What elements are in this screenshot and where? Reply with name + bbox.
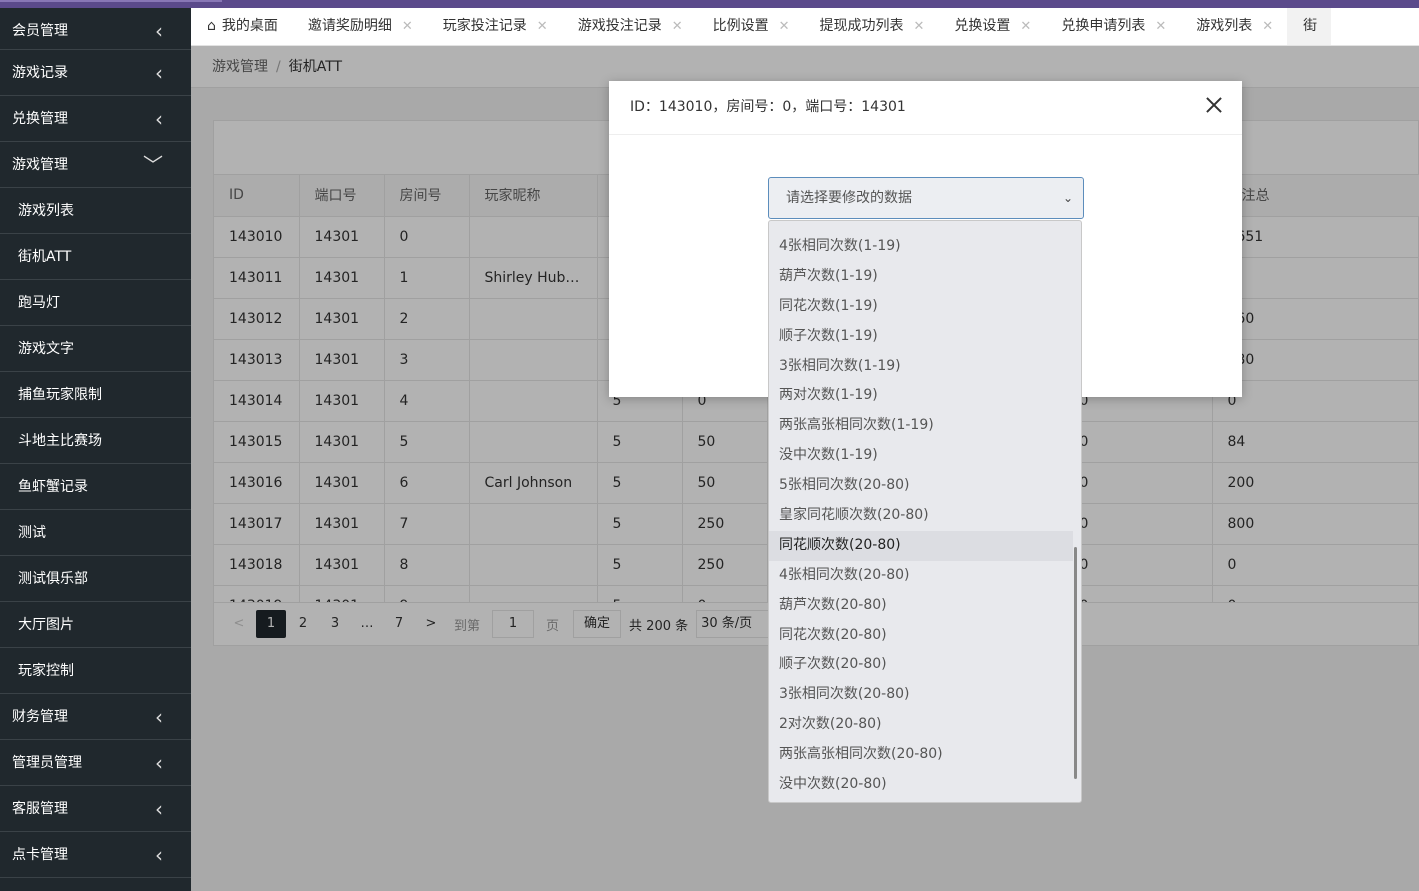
tab-label: 兑换申请列表 [1061, 18, 1146, 34]
sidebar-subitem-7[interactable]: 测试 [0, 510, 191, 556]
sidebar-menu-label: 管理员管理 [12, 755, 82, 771]
sidebar-menu-3[interactable]: 游戏管理 ﹀ [0, 142, 191, 188]
top-accent-notch [0, 0, 222, 2]
tab-label: 游戏投注记录 [577, 18, 662, 34]
chevron-down-icon: ﹀ [143, 153, 163, 177]
dropdown-option[interactable]: 5张相同次数(20-80) [769, 471, 1073, 501]
sidebar-menu-2[interactable]: 兑换管理 ‹ [0, 96, 191, 142]
tab-8[interactable]: 游戏列表 ✕ [1180, 8, 1287, 45]
close-icon[interactable]: ✕ [537, 9, 548, 45]
dropdown-option[interactable]: 两张高张相同次数(1-19) [769, 411, 1073, 441]
tab-label: 比例设置 [712, 18, 769, 34]
dropdown-option[interactable]: 两张高张相同次数(20-80) [769, 740, 1073, 770]
sidebar-subitem-2[interactable]: 跑马灯 [0, 280, 191, 326]
sidebar-menu-label: 兑换管理 [12, 111, 68, 127]
dropdown-option[interactable]: 4张相同次数(1-19) [769, 232, 1073, 262]
dropdown-option[interactable]: 2对次数(20-80) [769, 710, 1073, 740]
tab-0[interactable]: ⌂ 我的桌面 [191, 8, 292, 45]
sidebar-menu-b3[interactable]: 点卡管理 ‹ [0, 832, 191, 878]
tab-label: 兑换设置 [954, 18, 1011, 34]
modal-title: ID：143010，房间号：0，端口号：14301 [630, 99, 906, 115]
close-icon[interactable]: ✕ [1262, 9, 1273, 45]
close-icon[interactable]: ✕ [1020, 9, 1031, 45]
dropdown-option[interactable]: 葫芦次数(1-19) [769, 262, 1073, 292]
sidebar-subitem-4[interactable]: 捕鱼玩家限制 [0, 372, 191, 418]
sidebar-subitem-9[interactable]: 大厅图片 [0, 602, 191, 648]
close-icon[interactable] [1204, 95, 1224, 115]
dropdown-option[interactable]: 4张相同次数(20-80) [769, 561, 1073, 591]
chevron-down-icon: ⌄ [1062, 191, 1073, 205]
sidebar-subitem-8[interactable]: 测试俱乐部 [0, 556, 191, 602]
dropdown-option[interactable]: 3张相同次数(1-19) [769, 352, 1073, 382]
home-icon: ⌂ [207, 18, 216, 34]
chevron-left-icon: ‹ [155, 61, 163, 85]
chevron-left-icon: ‹ [155, 107, 163, 131]
close-icon[interactable]: ✕ [914, 9, 925, 45]
tab-4[interactable]: 比例设置 ✕ [697, 8, 804, 45]
close-icon[interactable]: ✕ [779, 9, 790, 45]
sidebar-menu-label: 会员管理 [12, 23, 68, 39]
sidebar-subitem-0[interactable]: 游戏列表 [0, 188, 191, 234]
chevron-left-icon: ‹ [155, 751, 163, 775]
close-icon[interactable]: ✕ [672, 9, 683, 45]
sidebar-menu-b2[interactable]: 客服管理 ‹ [0, 786, 191, 832]
chevron-left-icon: ‹ [155, 797, 163, 821]
sidebar-menu-label: 游戏记录 [12, 65, 68, 81]
chevron-left-icon: ‹ [155, 705, 163, 729]
tab-5[interactable]: 提现成功列表 ✕ [804, 8, 939, 45]
close-icon[interactable]: ✕ [402, 9, 413, 45]
sidebar: 会员管理 ‹ 游戏记录 ‹ 兑换管理 ‹ 游戏管理 ﹀ 游戏列表 街机ATT 跑马灯 游戏文字 捕鱼玩家… [0, 8, 191, 891]
dropdown-option[interactable]: 皇家同花顺次数(20-80) [769, 501, 1073, 531]
tab-1[interactable]: 邀请奖励明细 ✕ [292, 8, 427, 45]
dropdown-option[interactable]: 顺子次数(1-19) [769, 322, 1073, 352]
dropdown-option[interactable]: 同花次数(20-80) [769, 621, 1073, 651]
tab-label: 提现成功列表 [819, 18, 904, 34]
dropdown-option[interactable]: 葫芦次数(20-80) [769, 591, 1073, 621]
select-dropdown-list: 4张相同次数(1-19) 葫芦次数(1-19) 同花次数(1-19) 顺子次数(1-1… [768, 220, 1082, 803]
dropdown-option[interactable]: 3张相同次数(20-80) [769, 680, 1073, 710]
tab-label: 我的桌面 [221, 18, 278, 34]
sidebar-subitem-6[interactable]: 鱼虾蟹记录 [0, 464, 191, 510]
close-icon[interactable]: ✕ [1155, 9, 1166, 45]
tab-6[interactable]: 兑换设置 ✕ [938, 8, 1045, 45]
sidebar-menu-label: 财务管理 [12, 709, 68, 725]
tab-7[interactable]: 兑换申请列表 ✕ [1045, 8, 1180, 45]
sidebar-menu-label: 点卡管理 [12, 847, 68, 863]
dropdown-option[interactable]: 顺子次数(20-80) [769, 650, 1073, 680]
dropdown-option[interactable]: 同花顺次数(20-80) [769, 530, 1073, 561]
dropdown-option[interactable]: 没中次数(20-80) [769, 770, 1073, 800]
tab-label: 游戏列表 [1196, 18, 1253, 34]
tab-label: 邀请奖励明细 [307, 18, 392, 34]
sidebar-subitem-10[interactable]: 玩家控制 [0, 648, 191, 694]
dropdown-options: 4张相同次数(1-19) 葫芦次数(1-19) 同花次数(1-19) 顺子次数(1-1… [769, 232, 1073, 800]
top-accent-bar [0, 0, 1419, 8]
tab-label: 街 [1303, 18, 1318, 34]
tab-9[interactable]: 街 [1287, 8, 1332, 45]
chevron-left-icon: ‹ [155, 19, 163, 43]
chevron-left-icon: ‹ [155, 878, 163, 891]
sidebar-menu-b1[interactable]: 管理员管理 ‹ [0, 740, 191, 786]
sidebar-menu-b4[interactable]: 活动管理‹ [0, 878, 191, 891]
sidebar-menu-b0[interactable]: 财务管理 ‹ [0, 694, 191, 740]
dropdown-scrollbar[interactable] [1074, 547, 1077, 779]
sidebar-subitem-1[interactable]: 街机ATT [0, 234, 191, 280]
tab-label: 玩家投注记录 [442, 18, 527, 34]
sidebar-subitem-3[interactable]: 游戏文字 [0, 326, 191, 372]
dropdown-option[interactable]: 同花次数(1-19) [769, 292, 1073, 322]
tab-2[interactable]: 玩家投注记录 ✕ [427, 8, 562, 45]
sidebar-subitem-5[interactable]: 斗地主比赛场 [0, 418, 191, 464]
tab-3[interactable]: 游戏投注记录 ✕ [562, 8, 697, 45]
sidebar-menu-label: 客服管理 [12, 801, 68, 817]
sidebar-menu-0[interactable]: 会员管理 ‹ [0, 8, 191, 50]
select-placeholder: 请选择要修改的数据 [786, 190, 912, 206]
sidebar-menu-1[interactable]: 游戏记录 ‹ [0, 50, 191, 96]
dropdown-option[interactable]: 没中次数(1-19) [769, 441, 1073, 471]
modal-header: ID：143010，房间号：0，端口号：14301 [609, 81, 1242, 135]
sidebar-menu-label: 游戏管理 [12, 157, 68, 173]
data-field-select[interactable]: 请选择要修改的数据 ⌄ [768, 177, 1084, 219]
dropdown-option[interactable]: 两对次数(1-19) [769, 381, 1073, 411]
chevron-left-icon: ‹ [155, 843, 163, 867]
tab-bar: ⌂ 我的桌面 邀请奖励明细 ✕ 玩家投注记录 ✕ 游戏投注记录 ✕ 比例设置 ✕ 提现成功列表 ✕ 兑换… [191, 8, 1419, 46]
